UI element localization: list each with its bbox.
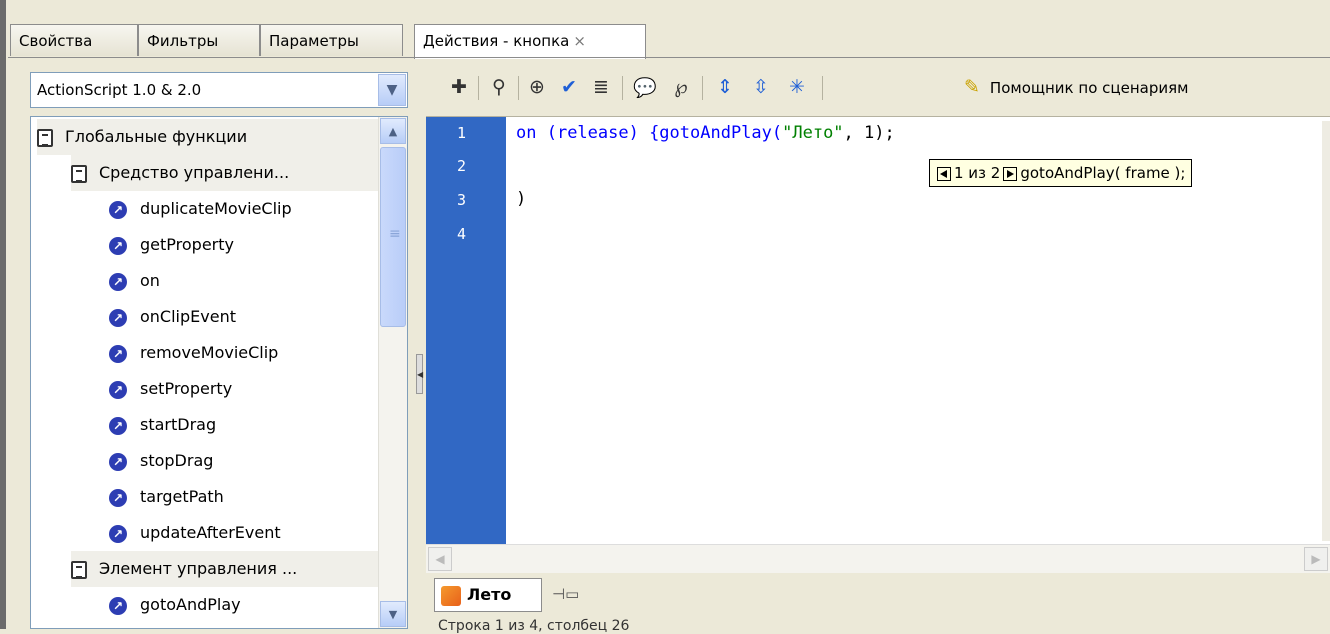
scroll-thumb[interactable] — [380, 147, 406, 327]
tab-parameters[interactable]: Параметры — [260, 24, 403, 56]
scroll-left-icon[interactable]: ◀ — [428, 547, 452, 571]
tree-item-updateafterevent[interactable]: ↗ updateAfterEvent — [109, 515, 281, 551]
pin-script-icon[interactable]: ⊣▭ — [552, 582, 579, 606]
line-number: 4 — [457, 225, 467, 243]
function-icon: ↗ — [109, 200, 127, 219]
editor-vertical-scrollbar[interactable] — [1322, 121, 1330, 541]
collapse-between-braces-icon[interactable]: ⇕ — [710, 72, 740, 102]
code-area[interactable]: on (release) {gotoAndPlay("Лето", 1); ) — [516, 117, 895, 209]
scroll-down-icon[interactable]: ▼ — [380, 601, 406, 627]
tree-folder-movieclip-control[interactable]: Средство управлени... — [71, 155, 385, 191]
tab-actions-button[interactable]: Действия - кнопка × — [414, 24, 646, 59]
show-code-hint-icon[interactable]: 💬 — [630, 72, 660, 102]
toolbar-separator — [622, 76, 623, 100]
code-line-1: on (release) {gotoAndPlay("Лето", 1); — [516, 123, 895, 143]
close-icon[interactable]: × — [573, 32, 586, 50]
tree-item-removemovieclip[interactable]: ↗ removeMovieClip — [109, 335, 278, 371]
tree-folder-timeline-control[interactable]: Элемент управления ... — [71, 551, 385, 587]
collapse-selection-icon[interactable]: ⇳ — [746, 72, 776, 102]
check-syntax-icon[interactable]: ✔ — [554, 72, 584, 102]
function-icon: ↗ — [109, 488, 127, 507]
function-icon: ↗ — [109, 416, 127, 435]
function-icon: ↗ — [109, 308, 127, 327]
tab-properties[interactable]: Свойства — [10, 24, 138, 56]
button-symbol-icon — [441, 585, 461, 606]
function-icon: ↗ — [109, 596, 127, 615]
editor-horizontal-scrollbar[interactable]: ◀ ▶ — [426, 544, 1330, 573]
function-icon: ↗ — [109, 272, 127, 291]
next-arrow-icon[interactable] — [1003, 166, 1018, 181]
add-statement-icon[interactable]: ✚ — [444, 72, 474, 102]
script-editor[interactable]: 1 2 3 4 on (release) {gotoAndPlay("Лето"… — [426, 116, 1330, 545]
tree-item-startdrag[interactable]: ↗ startDrag — [109, 407, 216, 443]
debug-options-icon[interactable]: ℘ — [666, 72, 696, 102]
collapse-arrow-icon[interactable]: ◀ — [416, 354, 423, 394]
status-bar-text: Строка 1 из 4, столбец 26 — [438, 618, 630, 634]
find-icon[interactable]: ⚲ — [484, 72, 514, 102]
script-tab-leto[interactable]: Лето — [434, 578, 542, 612]
expand-all-icon[interactable]: ✳ — [782, 72, 812, 102]
tree-item-duplicatemovieclip[interactable]: ↗ duplicateMovieClip — [109, 191, 292, 227]
language-select[interactable]: ActionScript 1.0 & 2.0 ▼ — [30, 72, 408, 108]
actions-toolbar: ✚ ⚲ ⊕ ✔ ≣ 💬 ℘ ⇕ ⇳ ✳ ✎ Помощник по сценари… — [430, 66, 1330, 110]
line-number: 2 — [457, 157, 467, 175]
language-select-value: ActionScript 1.0 & 2.0 — [37, 81, 202, 99]
toolbar-separator — [822, 76, 823, 100]
function-icon: ↗ — [109, 344, 127, 363]
magic-wand-icon: ✎ — [964, 76, 980, 98]
function-icon: ↗ — [109, 236, 127, 255]
tree-item-gotoandplay[interactable]: ↗ gotoAndPlay — [109, 587, 241, 623]
book-icon — [71, 560, 87, 579]
function-icon: ↗ — [109, 524, 127, 543]
line-number: 1 — [457, 124, 467, 142]
left-edge-bar — [0, 0, 6, 629]
tree-item-on[interactable]: ↗ on — [109, 263, 160, 299]
book-icon — [71, 164, 87, 183]
tree-item-onclipevent[interactable]: ↗ onClipEvent — [109, 299, 236, 335]
tab-filters[interactable]: Фильтры — [138, 24, 260, 56]
tree-item-getproperty[interactable]: ↗ getProperty — [109, 227, 234, 263]
chevron-down-icon[interactable]: ▼ — [378, 74, 406, 106]
toolbar-separator — [702, 76, 703, 100]
function-icon: ↗ — [109, 380, 127, 399]
function-icon: ↗ — [109, 452, 127, 471]
toolbar-separator — [518, 76, 519, 100]
tabs-divider — [8, 57, 1330, 58]
scroll-up-icon[interactable]: ▲ — [380, 118, 406, 144]
code-hint-tooltip: 1 из 2 gotoAndPlay( frame ); — [929, 159, 1193, 187]
line-number-gutter: 1 2 3 4 — [426, 117, 506, 545]
auto-format-icon[interactable]: ≣ — [586, 72, 616, 102]
toolbar-separator — [478, 76, 479, 100]
script-assist-button[interactable]: ✎ Помощник по сценариям — [964, 72, 1188, 102]
tree-item-setproperty[interactable]: ↗ setProperty — [109, 371, 232, 407]
tree-folder-global-functions[interactable]: Глобальные функции — [37, 119, 385, 155]
book-icon — [37, 128, 53, 147]
title-strip — [0, 0, 1330, 22]
previous-arrow-icon[interactable] — [937, 166, 951, 181]
target-path-icon[interactable]: ⊕ — [522, 72, 552, 102]
line-number: 3 — [457, 191, 467, 209]
tree-item-stopdrag[interactable]: ↗ stopDrag — [109, 443, 213, 479]
scroll-right-icon[interactable]: ▶ — [1304, 547, 1328, 571]
panel-splitter[interactable]: ◀ — [416, 72, 423, 629]
code-line-3: ) — [516, 189, 527, 209]
actions-toolbox-tree: Глобальные функции Средство управлени...… — [30, 116, 408, 629]
tree-vertical-scrollbar[interactable]: ▲ ▼ — [378, 117, 407, 628]
tree-item-targetpath[interactable]: ↗ targetPath — [109, 479, 224, 515]
